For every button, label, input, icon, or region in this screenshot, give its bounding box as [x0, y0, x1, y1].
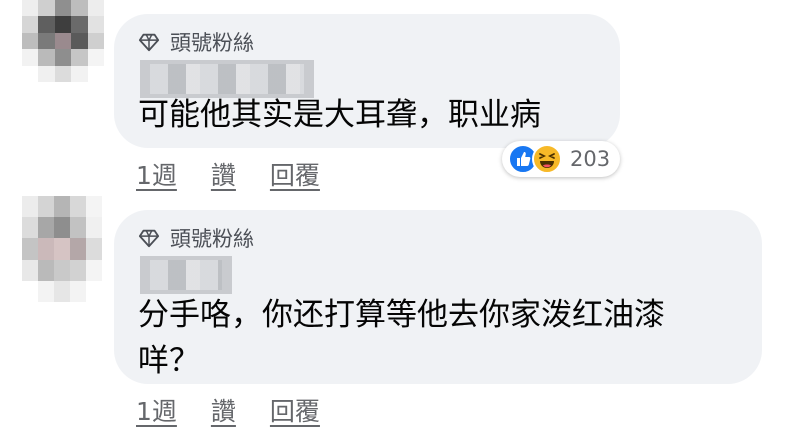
diamond-icon [138, 229, 160, 248]
top-fan-badge[interactable]: 頭號粉絲 [138, 224, 254, 252]
badge-label: 頭號粉絲 [170, 227, 254, 251]
avatar[interactable] [22, 196, 102, 302]
like-button[interactable]: 讚 [211, 392, 236, 428]
comment-text-line-1: 分手咯，你还打算等他去你家泼红油漆 [138, 297, 665, 333]
comment-bubble: 頭號粉絲 分手咯，你还打算等他去你家泼红油漆 咩？ [114, 210, 762, 384]
author-name-blurred[interactable] [140, 256, 232, 294]
comment-actions: 1週 讚 回覆 [136, 392, 320, 428]
timestamp-link[interactable]: 1週 [136, 392, 177, 428]
comment-2: 頭號粉絲 分手咯，你还打算等他去你家泼红油漆 咩？ 1週 讚 回覆 [0, 0, 800, 435]
reply-button[interactable]: 回覆 [270, 392, 320, 428]
comment-text: 分手咯，你还打算等他去你家泼红油漆 咩？ [138, 292, 665, 384]
comment-text-line-2: 咩？ [138, 343, 200, 379]
